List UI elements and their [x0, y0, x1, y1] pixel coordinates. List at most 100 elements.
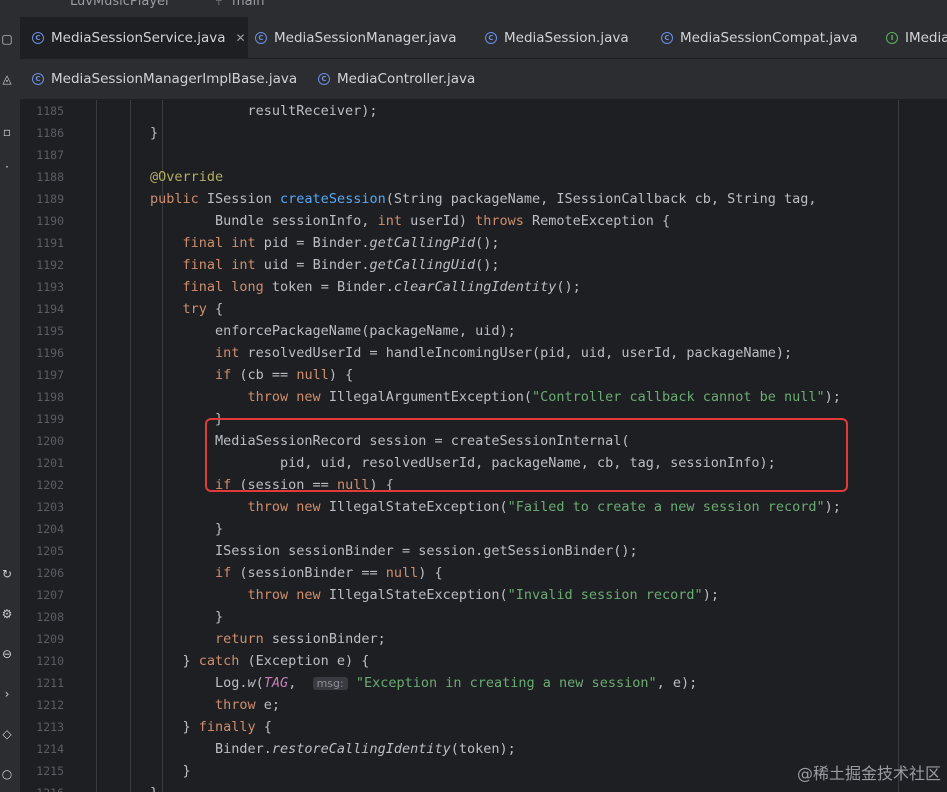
- code-text: final long token = Binder.clearCallingId…: [182, 279, 581, 295]
- editor-tabs-row-2: C MediaSessionManagerImplBase.java C Med…: [20, 59, 947, 100]
- line-number[interactable]: 1200: [20, 430, 64, 452]
- code-line[interactable]: 1209 return sessionBinder;: [20, 628, 947, 650]
- tab-label: MediaController.java: [337, 71, 476, 87]
- line-number[interactable]: 1197: [20, 364, 64, 386]
- terminal-icon[interactable]: ›: [0, 687, 14, 701]
- class-icon: C: [32, 31, 44, 44]
- tab-media-session[interactable]: C MediaSession.java: [485, 17, 629, 58]
- line-number[interactable]: 1213: [20, 716, 64, 738]
- code-line[interactable]: 1188 @Override: [20, 166, 947, 188]
- code-text: }: [117, 125, 159, 141]
- branch-name[interactable]: main: [232, 0, 264, 9]
- line-number[interactable]: 1208: [20, 606, 64, 628]
- line-number[interactable]: 1196: [20, 342, 64, 364]
- code-text: }: [117, 609, 224, 625]
- tab-media-session-manager-impl-base[interactable]: C MediaSessionManagerImplBase.java: [32, 59, 297, 99]
- code-text: enforcePackageName(packageName, uid);: [117, 323, 516, 339]
- line-number[interactable]: 1192: [20, 254, 64, 276]
- code-line[interactable]: 1195 enforcePackageName(packageName, uid…: [20, 320, 947, 342]
- branch-icon: ⑂: [215, 0, 223, 9]
- tab-imedia-session[interactable]: I IMediaS: [886, 17, 947, 58]
- code-text: }: [117, 763, 191, 779]
- code-line[interactable]: 1193 final long token = Binder.clearCall…: [20, 276, 947, 298]
- code-line[interactable]: 1213 } finally {: [20, 716, 947, 738]
- code-line[interactable]: 1186 }: [20, 122, 947, 144]
- code-line[interactable]: 1189 public ISession createSession(Strin…: [20, 188, 947, 210]
- code-line[interactable]: 1196 int resolvedUserId = handleIncoming…: [20, 342, 947, 364]
- line-number[interactable]: 1215: [20, 760, 64, 782]
- code-text: ISession sessionBinder = session.getSess…: [117, 543, 638, 559]
- line-number[interactable]: 1186: [20, 122, 64, 144]
- code-text: try {: [182, 301, 224, 317]
- line-number[interactable]: 1216: [20, 782, 64, 792]
- line-number[interactable]: 1210: [20, 650, 64, 672]
- code-line[interactable]: 1204 }: [20, 518, 947, 540]
- project-name[interactable]: LuvMusicPlayer: [70, 0, 170, 9]
- line-number[interactable]: 1211: [20, 672, 64, 694]
- line-number[interactable]: 1193: [20, 276, 64, 298]
- line-number[interactable]: 1190: [20, 210, 64, 232]
- code-text: throw new IllegalStateException("Invalid…: [247, 587, 719, 603]
- line-number[interactable]: 1204: [20, 518, 64, 540]
- run-icon[interactable]: ↻: [0, 567, 14, 581]
- close-icon[interactable]: ✕: [236, 31, 246, 45]
- code-line[interactable]: 1210 } catch (Exception e) {: [20, 650, 947, 672]
- code-text: throw new IllegalStateException("Failed …: [247, 499, 841, 515]
- line-number[interactable]: 1198: [20, 386, 64, 408]
- code-line[interactable]: 1214 Binder.restoreCallingIdentity(token…: [20, 738, 947, 760]
- code-text: } finally {: [117, 719, 272, 735]
- code-line[interactable]: 1207 throw new IllegalStateException("In…: [20, 584, 947, 606]
- interface-icon: I: [886, 31, 898, 44]
- code-line[interactable]: 1185 resultReceiver);: [20, 100, 947, 122]
- code-line[interactable]: 1211 Log.w(TAG, msg: "Exception in creat…: [20, 672, 947, 694]
- title-bar: LuvMusicPlayer ⑂ main: [0, 0, 947, 17]
- line-number[interactable]: 1201: [20, 452, 64, 474]
- line-number[interactable]: 1202: [20, 474, 64, 496]
- problems-icon[interactable]: ⊖: [0, 647, 14, 661]
- watermark: @稀土掘金技术社区: [796, 764, 941, 783]
- line-number[interactable]: 1194: [20, 298, 64, 320]
- settings-icon[interactable]: ⚙: [0, 607, 14, 621]
- tab-media-session-service[interactable]: C MediaSessionService.java ✕: [20, 17, 248, 58]
- tab-media-controller[interactable]: C MediaController.java: [318, 59, 475, 99]
- line-number[interactable]: 1199: [20, 408, 64, 430]
- code-line[interactable]: 1208 }: [20, 606, 947, 628]
- tab-label: MediaSessionManager.java: [274, 29, 457, 46]
- line-number[interactable]: 1207: [20, 584, 64, 606]
- notifications-icon[interactable]: ○: [0, 767, 14, 781]
- code-line[interactable]: 1192 final int uid = Binder.getCallingUi…: [20, 254, 947, 276]
- line-number[interactable]: 1206: [20, 562, 64, 584]
- line-number[interactable]: 1205: [20, 540, 64, 562]
- commit-icon[interactable]: ◬: [0, 72, 14, 86]
- code-text: if (cb == null) {: [215, 367, 354, 383]
- tab-media-session-compat[interactable]: C MediaSessionCompat.java: [661, 17, 858, 58]
- code-line[interactable]: 1190 Bundle sessionInfo, int userId) thr…: [20, 210, 947, 232]
- line-number[interactable]: 1203: [20, 496, 64, 518]
- line-number[interactable]: 1212: [20, 694, 64, 716]
- line-number[interactable]: 1188: [20, 166, 64, 188]
- tab-label: MediaSessionManagerImplBase.java: [51, 71, 298, 87]
- code-line[interactable]: 1206 if (sessionBinder == null) {: [20, 562, 947, 584]
- line-number[interactable]: 1195: [20, 320, 64, 342]
- more-icon[interactable]: ·: [0, 160, 14, 174]
- code-line[interactable]: 1203 throw new IllegalStateException("Fa…: [20, 496, 947, 518]
- line-number[interactable]: 1189: [20, 188, 64, 210]
- line-number[interactable]: 1214: [20, 738, 64, 760]
- code-line[interactable]: 1212 throw e;: [20, 694, 947, 716]
- code-line[interactable]: 1205 ISession sessionBinder = session.ge…: [20, 540, 947, 562]
- git-icon[interactable]: ◇: [0, 727, 14, 741]
- code-line[interactable]: 1187: [20, 144, 947, 166]
- line-number[interactable]: 1209: [20, 628, 64, 650]
- code-text: throw new IllegalArgumentException("Cont…: [247, 389, 841, 405]
- code-line[interactable]: 1197 if (cb == null) {: [20, 364, 947, 386]
- line-number[interactable]: 1187: [20, 144, 64, 166]
- tab-media-session-manager[interactable]: C MediaSessionManager.java: [255, 17, 457, 58]
- code-line[interactable]: 1191 final int pid = Binder.getCallingPi…: [20, 232, 947, 254]
- code-text: Bundle sessionInfo, int userId) throws R…: [117, 213, 671, 229]
- code-line[interactable]: 1194 try {: [20, 298, 947, 320]
- code-line[interactable]: 1198 throw new IllegalArgumentException(…: [20, 386, 947, 408]
- line-number[interactable]: 1191: [20, 232, 64, 254]
- line-number[interactable]: 1185: [20, 100, 64, 122]
- project-icon[interactable]: ▢: [0, 32, 14, 46]
- structure-icon[interactable]: ▫: [0, 125, 14, 139]
